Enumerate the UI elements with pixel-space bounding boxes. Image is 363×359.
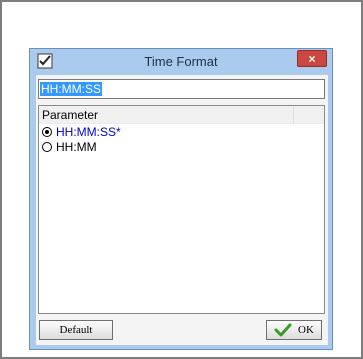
time-format-input-value: HH:MM:SS	[40, 82, 102, 96]
default-button[interactable]: Default	[39, 320, 113, 340]
column-separator	[293, 106, 294, 124]
check-icon	[274, 323, 292, 337]
list-item-label: HH:MM	[56, 139, 97, 154]
close-button[interactable]: ×	[297, 50, 327, 67]
radio-selected-icon[interactable]	[42, 126, 52, 137]
list-header: Parameter	[39, 106, 324, 124]
title-bar[interactable]: Time Format ×	[30, 49, 332, 75]
list-item-hhmm[interactable]: HH:MM	[39, 139, 324, 154]
list-item-hhmmss[interactable]: HH:MM:SS*	[39, 124, 324, 139]
parameter-list[interactable]: Parameter HH:MM:SS* HH:MM	[38, 105, 325, 314]
time-format-input[interactable]: HH:MM:SS	[38, 79, 325, 99]
ok-button[interactable]: OK	[266, 320, 322, 340]
time-format-dialog: Time Format × HH:MM:SS Parameter HH:MM:S…	[29, 48, 333, 350]
ok-button-label: OK	[298, 324, 314, 336]
default-button-label: Default	[59, 324, 93, 336]
list-header-label: Parameter	[42, 108, 99, 122]
window-title: Time Format	[144, 54, 218, 69]
list-item-label: HH:MM:SS*	[56, 124, 121, 139]
dialog-client-area: HH:MM:SS Parameter HH:MM:SS* HH:MM Defau…	[36, 75, 328, 345]
radio-unselected-icon[interactable]	[42, 141, 52, 152]
